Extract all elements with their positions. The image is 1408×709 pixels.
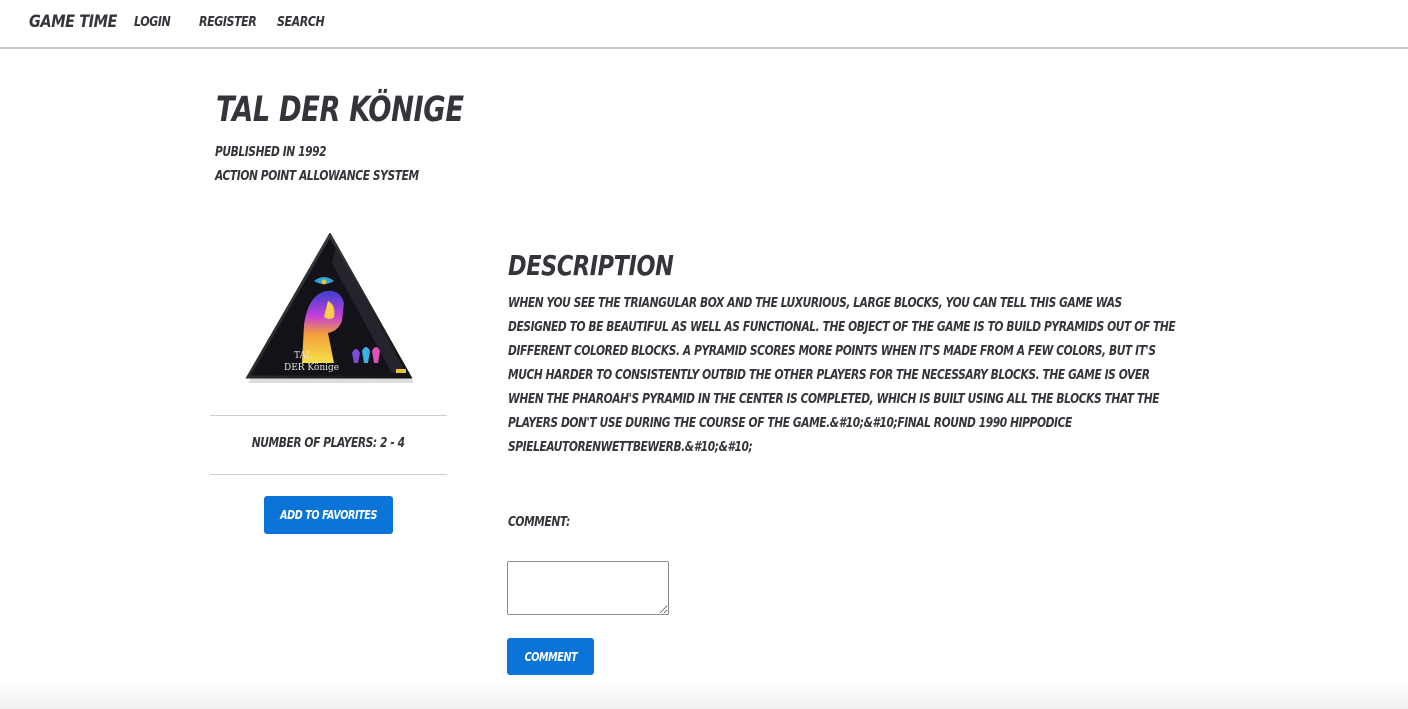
comment-submit-label: Comment bbox=[524, 649, 577, 664]
add-to-favorites-button[interactable]: Add to Favorites bbox=[264, 496, 393, 534]
comment-input[interactable] bbox=[507, 561, 669, 615]
description-text: When you see the triangular box and the … bbox=[508, 296, 1176, 455]
cover-text-1: TAL bbox=[294, 351, 312, 361]
comment-label: Comment: bbox=[508, 515, 570, 530]
game-cover-image: TAL DER Könige bbox=[245, 233, 414, 383]
nav-login[interactable]: Login bbox=[134, 15, 171, 30]
players-text: Number of Players: 2 - 4 bbox=[252, 436, 405, 451]
game-mechanic: Action Point Allowance System bbox=[215, 169, 419, 184]
nav-search[interactable]: Search bbox=[277, 15, 325, 30]
divider-bottom bbox=[210, 474, 447, 475]
comment-submit-button[interactable]: Comment bbox=[507, 638, 594, 675]
game-title: Tal der Könige bbox=[216, 90, 464, 130]
add-to-favorites-label: Add to Favorites bbox=[280, 508, 377, 522]
number-of-players: Number of Players: 2 - 4 bbox=[210, 436, 447, 451]
divider-top bbox=[210, 415, 447, 416]
navbar: Game Time Login Register Search bbox=[0, 0, 1408, 49]
cover-text-2: DER Könige bbox=[284, 363, 339, 373]
description-heading: Description bbox=[508, 249, 674, 282]
footer-fade bbox=[0, 683, 1408, 709]
brand-link[interactable]: Game Time bbox=[29, 12, 117, 32]
published-year: Published in 1992 bbox=[215, 145, 327, 160]
nav-register[interactable]: Register bbox=[199, 15, 257, 30]
